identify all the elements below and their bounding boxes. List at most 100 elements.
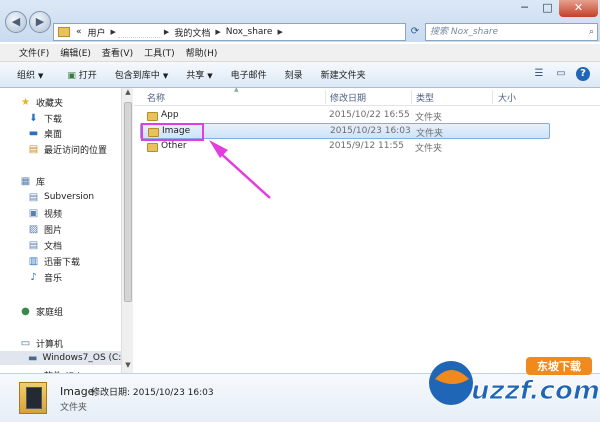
nav-label: 家庭组	[36, 307, 64, 318]
command-toolbar: 组织 ▼ ▣ 打开 包含到库中 ▼ 共享 ▼ 电子邮件 刻录 新建文件夹 ☰ ▭ ?	[0, 62, 600, 88]
file-type: 文件夹	[415, 144, 443, 154]
breadcrumb-separator-icon[interactable]: ▶	[277, 28, 282, 36]
search-icon[interactable]: ⌕	[589, 24, 594, 40]
back-button[interactable]: ◀	[5, 11, 27, 33]
include-label: 包含到库中	[114, 71, 160, 81]
breadcrumb-separator-icon[interactable]: ▶	[215, 28, 220, 36]
file-row-other[interactable]: Other 2015/9/12 11:55 文件夹	[140, 139, 550, 155]
file-name: Other	[161, 141, 187, 151]
new-folder-button[interactable]: 新建文件夹	[315, 68, 372, 81]
nav-video[interactable]: ▣ 视频	[28, 206, 62, 220]
column-divider[interactable]	[411, 90, 412, 104]
breadcrumb-separator-icon[interactable]: ▶	[111, 28, 116, 36]
nav-homegroup[interactable]: ● 家庭组	[20, 304, 63, 318]
burn-button[interactable]: 刻录	[279, 68, 309, 81]
share-button[interactable]: 共享 ▼	[180, 68, 218, 81]
chevron-down-icon: ▼	[207, 72, 213, 80]
video-icon: ▣	[28, 207, 39, 219]
details-name: Image	[60, 385, 95, 398]
breadcrumb-documents[interactable]: 我的文档	[174, 26, 210, 39]
nav-label: 收藏夹	[36, 98, 64, 109]
email-button[interactable]: 电子邮件	[225, 68, 273, 81]
details-date-label: 修改日期:	[91, 388, 131, 398]
music-icon: ♪	[30, 271, 37, 283]
nav-label: 桌面	[44, 129, 63, 140]
help-icon[interactable]: ?	[576, 67, 590, 81]
homegroup-icon: ●	[21, 305, 30, 317]
include-library-button[interactable]: 包含到库中 ▼	[109, 68, 174, 81]
nav-label: 文档	[44, 241, 63, 252]
large-folder-icon	[19, 382, 47, 414]
menu-file[interactable]: 文件(F)	[19, 46, 49, 59]
library-icon: ▦	[20, 175, 31, 187]
column-size[interactable]: 大小	[498, 91, 516, 104]
minimize-button[interactable]: ─	[513, 0, 536, 17]
scroll-thumb[interactable]	[124, 102, 132, 302]
nav-downloads[interactable]: ⬇ 下载	[28, 111, 62, 125]
nav-xunlei[interactable]: ▥ 迅雷下载	[28, 254, 80, 268]
close-button[interactable]: ✕	[559, 0, 598, 17]
view-options-icon[interactable]: ☰	[532, 67, 546, 81]
column-divider[interactable]	[492, 90, 493, 104]
nav-music[interactable]: ♪ 音乐	[28, 270, 62, 284]
details-date: 修改日期: 2015/10/23 16:03	[91, 385, 214, 398]
nav-label: 下载	[44, 114, 63, 125]
library-folder-icon: ▤	[28, 191, 39, 203]
search-input[interactable]: 搜索 Nox_share ⌕	[425, 23, 598, 41]
refresh-icon[interactable]: ⟳	[408, 23, 422, 41]
chevron-down-icon: ▼	[38, 72, 44, 80]
file-type: 文件夹	[416, 129, 444, 139]
menu-help[interactable]: 帮助(H)	[186, 46, 218, 59]
address-box[interactable]: « 用户 ▶ ▶ 我的文档 ▶ Nox_share ▶	[53, 23, 406, 41]
nav-label: 计算机	[36, 339, 64, 350]
column-type[interactable]: 类型	[416, 91, 434, 104]
picture-icon: ▨	[28, 223, 39, 235]
nav-drive-c[interactable]: ▬ Windows7_OS (C:)	[0, 351, 125, 365]
preview-pane-icon[interactable]: ▭	[554, 67, 568, 81]
uzzf-watermark-logo: 东坡下载 uzzf.com	[429, 357, 598, 407]
breadcrumb-hidden	[117, 26, 162, 38]
nav-label: Windows7_OS (C:)	[42, 353, 125, 363]
menu-view[interactable]: 查看(V)	[102, 46, 133, 59]
breadcrumb-users[interactable]: 用户	[88, 26, 106, 39]
open-button[interactable]: ▣ 打开	[61, 68, 102, 81]
folder-icon	[58, 27, 70, 37]
recent-places-icon: ▤	[28, 143, 39, 155]
column-date[interactable]: 修改日期	[330, 91, 366, 104]
open-label: 打开	[78, 71, 97, 81]
maximize-button[interactable]: □	[536, 0, 559, 17]
watermark-text: uzzf.com	[471, 376, 598, 406]
folder-icon	[147, 143, 158, 152]
xunlei-download-icon: ▥	[28, 255, 39, 267]
watermark-badge: 东坡下载	[537, 359, 581, 373]
organize-label: 组织	[17, 71, 36, 81]
computer-icon: ▭	[20, 337, 31, 349]
nav-computer[interactable]: ▭ 计算机	[20, 336, 63, 350]
nav-favorites[interactable]: ★ 收藏夹	[20, 95, 63, 109]
nav-label: 视频	[44, 209, 63, 220]
column-divider[interactable]	[325, 90, 326, 104]
menu-edit[interactable]: 编辑(E)	[60, 46, 91, 59]
organize-button[interactable]: 组织 ▼	[11, 68, 49, 81]
nav-documents[interactable]: ▤ 文档	[28, 238, 62, 252]
scroll-up-icon[interactable]: ▲	[122, 88, 134, 100]
menu-tools[interactable]: 工具(T)	[144, 46, 175, 59]
column-name[interactable]: 名称	[147, 91, 165, 104]
share-label: 共享	[186, 71, 205, 81]
nav-recent[interactable]: ▤ 最近访问的位置	[28, 142, 107, 156]
sidebar-scrollbar[interactable]: ▲ ▼	[121, 88, 133, 373]
file-row-app[interactable]: App 2015/10/22 16:55 文件夹	[140, 108, 550, 124]
nav-libraries[interactable]: ▦ 库	[20, 174, 45, 188]
file-date: 2015/9/12 11:55	[329, 141, 404, 151]
nav-subversion[interactable]: ▤ Subversion	[28, 190, 94, 204]
file-date: 2015/10/23 16:03	[330, 126, 411, 136]
folder-icon	[147, 112, 158, 121]
breadcrumb-separator-icon[interactable]: ▶	[164, 28, 169, 36]
highlight-box	[141, 123, 204, 141]
forward-button[interactable]: ▶	[29, 11, 51, 33]
breadcrumb-nox-share[interactable]: Nox_share	[226, 27, 273, 37]
nav-pictures[interactable]: ▨ 图片	[28, 222, 62, 236]
nav-desktop[interactable]: ▬ 桌面	[28, 126, 62, 140]
breadcrumb-prefix[interactable]: «	[76, 27, 82, 37]
scroll-down-icon[interactable]: ▼	[122, 361, 134, 373]
